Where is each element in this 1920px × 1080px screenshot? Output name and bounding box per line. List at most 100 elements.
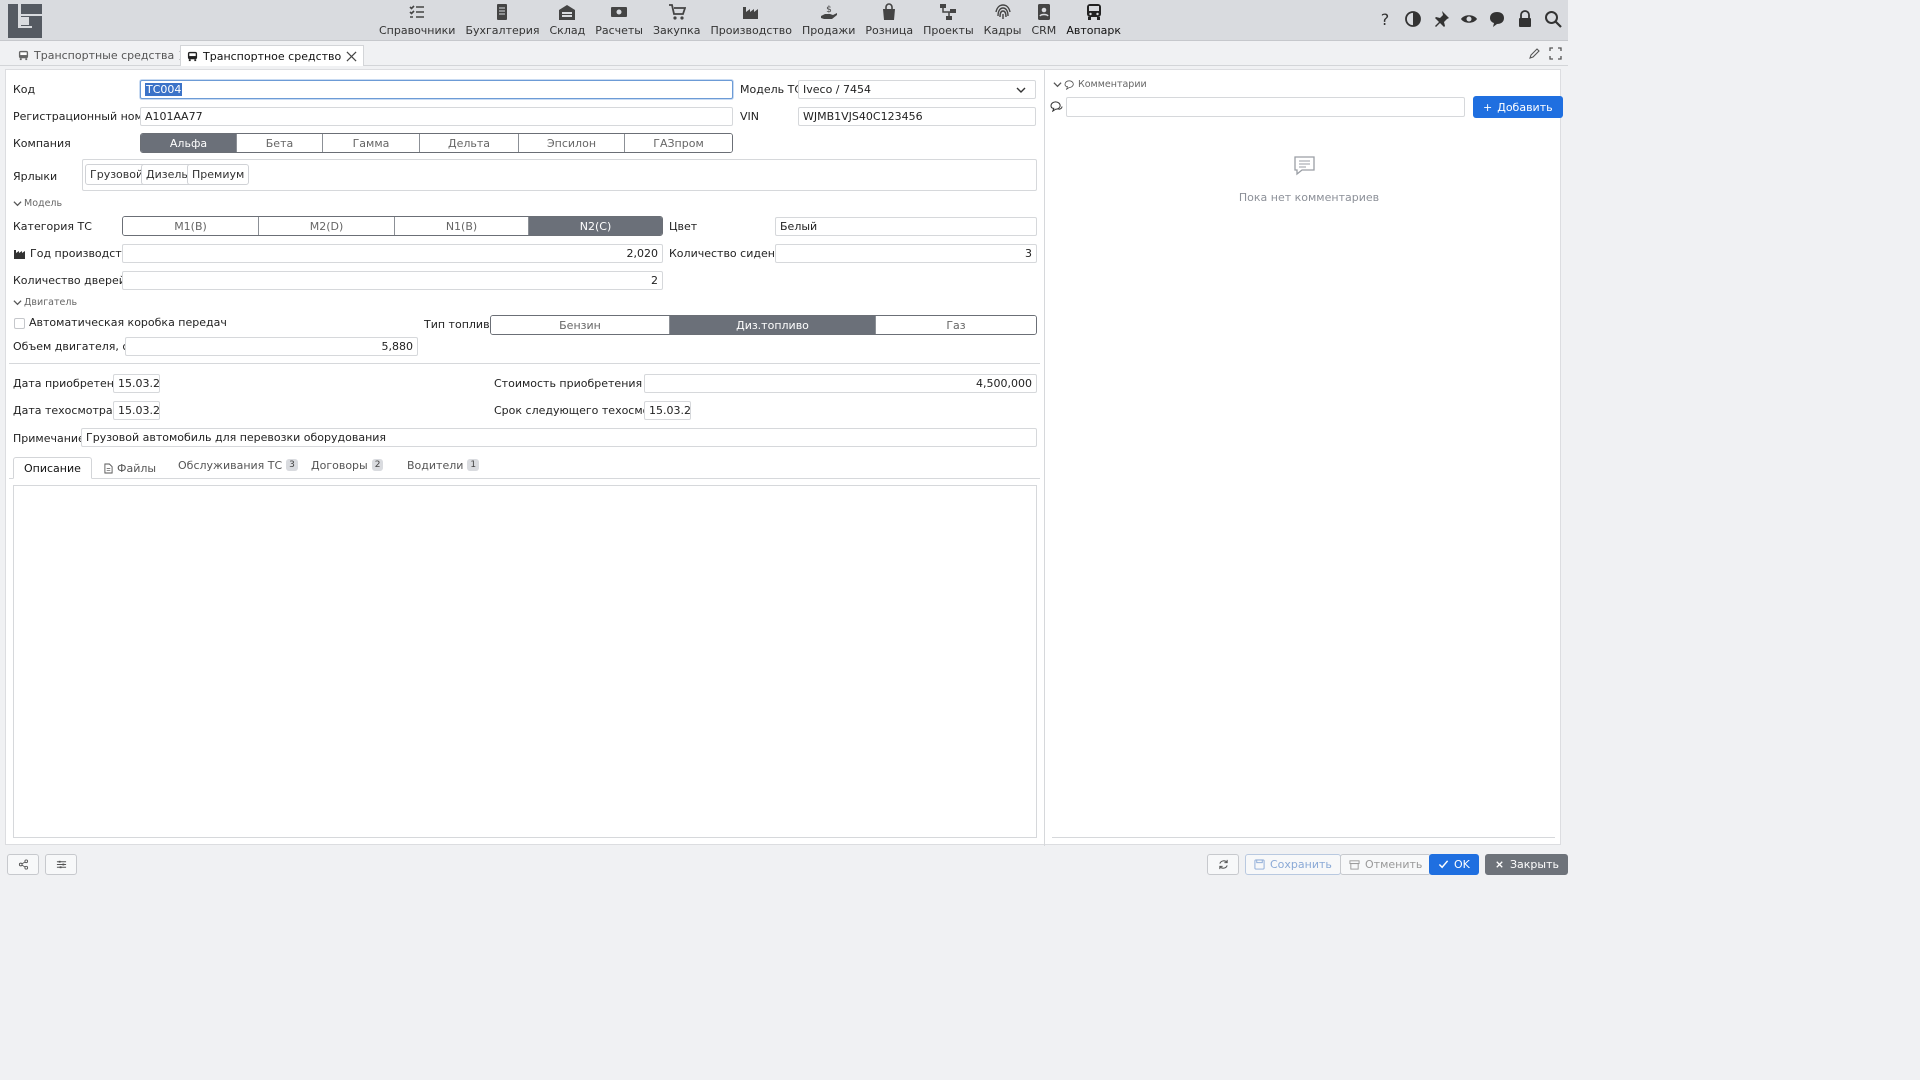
company-option-delta[interactable]: Дельта: [420, 134, 519, 152]
next-inspection-input[interactable]: 15.03.26: [644, 401, 691, 420]
theme-contrast-icon[interactable]: [1404, 10, 1422, 28]
company-option-gazprom[interactable]: ГАЗпром: [625, 134, 732, 152]
share-button[interactable]: [7, 854, 39, 875]
nav-accounting[interactable]: Бухгалтерия: [460, 0, 544, 41]
nav-warehouse[interactable]: Склад: [545, 0, 591, 41]
model-section-toggle[interactable]: Модель: [13, 198, 62, 209]
count-badge: 3: [286, 459, 298, 471]
color-input[interactable]: Белый: [775, 217, 1037, 236]
nav-label: Справочники: [379, 24, 456, 37]
note-input[interactable]: Грузовой автомобиль для перевозки оборуд…: [81, 428, 1037, 447]
app-logo[interactable]: [7, 3, 43, 39]
fullscreen-icon[interactable]: [1549, 47, 1562, 60]
subtab-files[interactable]: Файлы: [94, 457, 166, 479]
category-option-m2[interactable]: M2(D): [259, 217, 395, 235]
cart-icon: [668, 4, 686, 20]
purchase-cost-input[interactable]: 4,500,000: [644, 374, 1037, 393]
model-select[interactable]: Iveco / 7454: [798, 80, 1036, 99]
auto-gear-checkbox[interactable]: [14, 318, 25, 329]
subtab-maintenance[interactable]: Обслуживания ТС 3: [168, 454, 308, 476]
lock-icon[interactable]: [1516, 10, 1534, 28]
nav-crm[interactable]: CRM: [1026, 0, 1061, 41]
help-icon[interactable]: ?: [1376, 10, 1394, 28]
nav-directories[interactable]: Справочники: [374, 0, 460, 41]
note-label: Примечание: [13, 432, 85, 445]
subtab-label: Файлы: [117, 461, 157, 475]
chevron-down-icon: [13, 300, 22, 306]
code-input[interactable]: ТС004: [140, 80, 733, 99]
nav-hr[interactable]: Кадры: [979, 0, 1027, 41]
warehouse-icon: [559, 5, 576, 20]
category-option-m1[interactable]: M1(B): [123, 217, 259, 235]
nav-label: Производство: [710, 24, 792, 37]
comment-input[interactable]: [1066, 97, 1465, 117]
tab-vehicle-record[interactable]: Транспортное средство: [180, 45, 365, 66]
fuel-option-diesel[interactable]: Диз.топливо: [670, 316, 876, 334]
tag-chip[interactable]: Дизель: [141, 164, 193, 185]
nav-payments[interactable]: Расчеты: [590, 0, 648, 41]
subtab-description[interactable]: Описание: [13, 457, 92, 479]
search-icon[interactable]: [1544, 10, 1562, 28]
nav-purchases[interactable]: Закупка: [648, 0, 706, 41]
edit-icon[interactable]: [1528, 47, 1541, 60]
subtab-label: Договоры: [311, 458, 368, 472]
bus-icon: [18, 50, 29, 61]
chat-icon[interactable]: [1488, 10, 1506, 28]
document-tab-bar: Транспортные средства Транспортное средс…: [0, 41, 1568, 66]
subtab-drivers[interactable]: Водители 1: [397, 454, 489, 476]
comments-section-toggle[interactable]: Комментарии: [1053, 79, 1147, 90]
svg-text:$: $: [826, 5, 832, 15]
company-option-beta[interactable]: Бета: [237, 134, 323, 152]
engine-volume-input[interactable]: 5,880: [125, 337, 418, 356]
inspection-date-input[interactable]: 15.03.25: [113, 401, 160, 420]
nav-sales[interactable]: $ Продажи: [797, 0, 860, 41]
year-input[interactable]: 2,020: [122, 244, 663, 263]
settings-button[interactable]: [45, 854, 77, 875]
panel-splitter[interactable]: [1044, 70, 1045, 846]
ok-button[interactable]: OK: [1429, 854, 1479, 875]
close-button[interactable]: Закрыть: [1485, 854, 1568, 875]
company-option-alpha[interactable]: Альфа: [141, 134, 237, 152]
company-option-epsilon[interactable]: Эпсилон: [519, 134, 625, 152]
check-icon: [1438, 860, 1449, 869]
reg-number-label: Регистрационный номер: [13, 110, 157, 123]
vin-value: WJMB1VJS40C123456: [803, 110, 923, 123]
nav-production[interactable]: Производство: [706, 0, 797, 41]
reg-number-input[interactable]: А101АА77: [140, 107, 733, 126]
subtab-contracts[interactable]: Договоры 2: [301, 454, 393, 476]
company-option-gamma[interactable]: Гамма: [323, 134, 420, 152]
eye-icon[interactable]: [1460, 10, 1478, 28]
fuel-option-petrol[interactable]: Бензин: [491, 316, 670, 334]
vin-input[interactable]: WJMB1VJS40C123456: [798, 107, 1036, 126]
nav-fleet[interactable]: Автопарк: [1061, 0, 1126, 41]
description-editor[interactable]: [13, 485, 1037, 838]
tags-label: Ярлыки: [13, 170, 58, 183]
nav-retail[interactable]: Розница: [860, 0, 918, 41]
nav-projects[interactable]: Проекты: [918, 0, 979, 41]
divider: [9, 363, 1040, 364]
seats-input[interactable]: 3: [775, 244, 1037, 263]
close-icon[interactable]: [346, 50, 357, 62]
nav-label: Розница: [865, 24, 914, 37]
add-comment-button[interactable]: + Добавить: [1473, 96, 1563, 118]
inspection-date-value: 15.03.25: [118, 404, 160, 417]
pin-icon[interactable]: [1432, 10, 1450, 28]
nav-label: Продажи: [801, 24, 856, 37]
category-option-n2[interactable]: N2(C): [529, 217, 662, 235]
cancel-button[interactable]: Отменить: [1340, 854, 1432, 875]
tag-chip[interactable]: Грузовой: [85, 164, 149, 185]
factory-icon: [743, 7, 759, 19]
factory-icon: [14, 250, 25, 259]
refresh-button[interactable]: [1207, 854, 1239, 875]
engine-section-toggle[interactable]: Двигатель: [13, 297, 77, 308]
auto-gear-label: Автоматическая коробка передач: [29, 316, 227, 329]
save-button[interactable]: Сохранить: [1245, 854, 1341, 875]
tag-chip[interactable]: Премиум: [187, 164, 250, 185]
fuel-option-gas[interactable]: Газ: [876, 316, 1036, 334]
top-navigation-bar: Справочники Бухгалтерия Склад Расчеты За…: [0, 0, 1568, 41]
tab-vehicles-list[interactable]: Транспортные средства: [12, 45, 196, 66]
category-option-n1[interactable]: N1(B): [395, 217, 529, 235]
purchase-date-input[interactable]: 15.03.20: [113, 374, 160, 393]
subtab-label: Водители: [407, 458, 464, 472]
doors-input[interactable]: 2: [122, 271, 663, 290]
